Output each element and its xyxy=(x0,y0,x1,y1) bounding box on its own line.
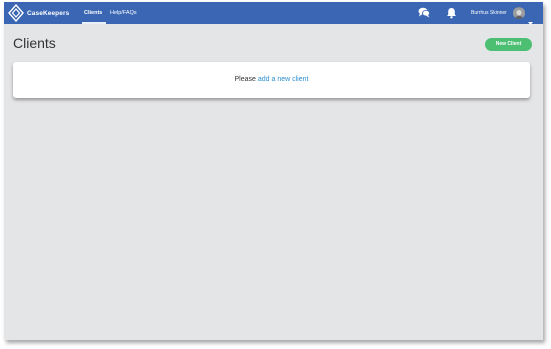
empty-state-card: Please add a new client xyxy=(13,62,530,98)
bell-icon[interactable] xyxy=(446,7,457,19)
app-window: CaseKeepers Clients Help/FAQs Burrhus Sk… xyxy=(4,2,543,340)
casekeepers-logo-icon xyxy=(8,4,24,22)
brand-logo[interactable]: CaseKeepers xyxy=(8,4,69,22)
nav-help-faqs[interactable]: Help/FAQs xyxy=(110,2,137,24)
user-name[interactable]: Burrhus Skinner xyxy=(471,2,507,24)
nav-clients[interactable]: Clients xyxy=(84,2,102,24)
new-client-button[interactable]: New Client xyxy=(485,38,532,51)
active-nav-indicator xyxy=(82,22,106,24)
chevron-down-icon[interactable] xyxy=(528,12,533,30)
page-title: Clients xyxy=(13,35,56,51)
brand-name: CaseKeepers xyxy=(27,9,70,17)
top-navbar: CaseKeepers Clients Help/FAQs Burrhus Sk… xyxy=(4,2,543,25)
chat-icon[interactable] xyxy=(418,7,430,18)
empty-state-text: Please xyxy=(234,76,258,83)
avatar[interactable] xyxy=(513,7,525,19)
add-new-client-link[interactable]: add a new client xyxy=(258,76,309,83)
